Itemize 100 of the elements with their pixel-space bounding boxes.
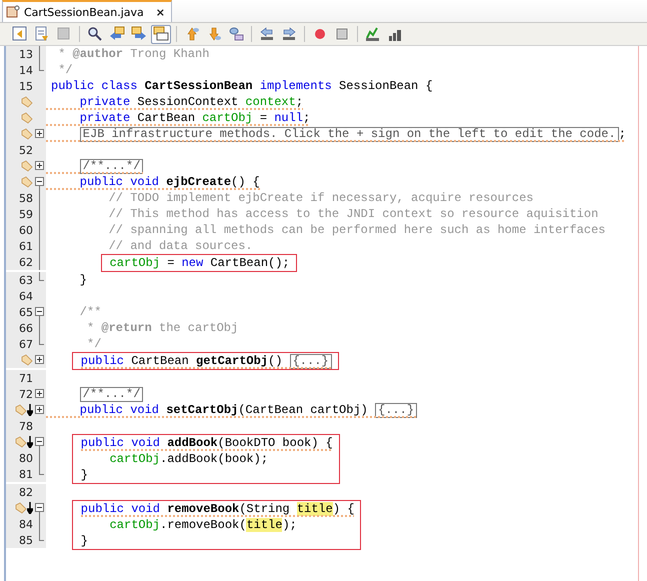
identifier: ejbCreate bbox=[166, 175, 232, 189]
line-number: 71 bbox=[19, 372, 33, 384]
code-text: ; bbox=[296, 95, 304, 109]
code-text: .removeBook( bbox=[160, 518, 246, 532]
highlight-icon bbox=[153, 26, 169, 42]
code-text: CartBean bbox=[131, 354, 189, 368]
code-text: () bbox=[268, 354, 282, 368]
field-name: cartObj bbox=[110, 452, 160, 466]
tag-icon bbox=[15, 404, 27, 416]
code-text: = bbox=[260, 111, 268, 125]
field-name: context bbox=[245, 95, 296, 109]
expand-icon[interactable] bbox=[35, 389, 44, 398]
line-number: 52 bbox=[19, 144, 33, 156]
left-arrow-icon bbox=[109, 26, 125, 42]
field-name: cartObj bbox=[110, 518, 160, 532]
code-text: (String bbox=[239, 502, 290, 516]
back-icon bbox=[12, 26, 28, 42]
highlighted-identifier: title bbox=[296, 502, 333, 516]
line-number: 15 bbox=[19, 80, 33, 92]
keyword: new bbox=[182, 256, 204, 270]
line-number: 59 bbox=[19, 208, 33, 220]
collapse-icon[interactable] bbox=[35, 177, 44, 186]
line-number: 67 bbox=[19, 338, 33, 350]
line-number: 81 bbox=[19, 468, 33, 480]
line-number: 72 bbox=[19, 388, 33, 400]
collapse-icon[interactable] bbox=[35, 503, 44, 512]
stop-icon bbox=[334, 26, 350, 42]
keyword: implements bbox=[260, 79, 332, 93]
fold-line bbox=[39, 46, 40, 62]
line-number: 66 bbox=[19, 322, 33, 334]
field-name: cartObj bbox=[110, 256, 160, 270]
code-text: ; bbox=[303, 111, 310, 125]
tag-icon bbox=[21, 160, 33, 172]
folded-code[interactable]: /**...*/ bbox=[80, 158, 144, 174]
tag-icon bbox=[15, 436, 27, 448]
shift-right-icon bbox=[281, 26, 297, 42]
chart-icon bbox=[365, 26, 381, 42]
folded-code[interactable]: {...} bbox=[375, 402, 418, 418]
comment-text: // This method has access to the JNDI context so resource aquisition bbox=[108, 207, 598, 221]
javadoc-tag: @author bbox=[72, 47, 123, 61]
line-number: 80 bbox=[19, 452, 33, 464]
code-text: } bbox=[80, 468, 88, 482]
folded-code[interactable]: EJB infrastructure methods. Click the + sign on the left to edit the code. bbox=[80, 126, 619, 142]
comment-text: /** bbox=[80, 305, 102, 319]
keyword: public class bbox=[51, 79, 138, 93]
line-number: 61 bbox=[19, 240, 33, 252]
expand-icon[interactable] bbox=[35, 129, 44, 138]
toolbar-button[interactable] bbox=[151, 24, 171, 44]
shift-left-icon bbox=[259, 26, 275, 42]
code-text: ); bbox=[282, 518, 297, 532]
down-arrow-icon bbox=[27, 502, 33, 514]
expand-icon[interactable] bbox=[35, 405, 44, 414]
down-arrow-icon bbox=[27, 404, 33, 416]
keyword: public void bbox=[80, 403, 160, 417]
document-icon bbox=[34, 26, 50, 42]
keyword: public void bbox=[80, 436, 160, 450]
file-tab[interactable]: CartSessionBean.java × bbox=[2, 0, 172, 22]
code-text: SessionContext bbox=[137, 95, 238, 109]
line-number: 78 bbox=[19, 420, 33, 432]
expand-icon[interactable] bbox=[35, 355, 44, 364]
field-name: cartObj bbox=[202, 111, 253, 125]
comment-text: // spanning all methods can be performed here such as home interfaces bbox=[108, 223, 606, 237]
collapse-icon[interactable] bbox=[35, 437, 44, 446]
code-text: (CartBean cartObj) bbox=[238, 403, 368, 417]
blank-icon bbox=[56, 26, 72, 42]
code-text: = bbox=[167, 256, 174, 270]
comment-text: * bbox=[58, 47, 66, 61]
line-number: 62 bbox=[19, 256, 33, 268]
line-number: 65 bbox=[19, 306, 33, 318]
code-text: SessionBean { bbox=[339, 79, 433, 93]
keyword: private bbox=[80, 95, 130, 109]
code-text: (BookDTO book) { bbox=[218, 436, 333, 450]
shapes-icon bbox=[228, 26, 244, 42]
comment-text: * bbox=[87, 321, 94, 335]
java-file-icon bbox=[6, 5, 20, 19]
javadoc-tag: @return bbox=[101, 321, 152, 335]
close-button[interactable]: × bbox=[156, 6, 166, 18]
tab-title: CartSessionBean.java bbox=[24, 6, 144, 18]
comment-text: // TODO implement ejbCreate if necessary, acquire resources bbox=[108, 191, 534, 205]
search-icon bbox=[87, 26, 103, 42]
code-text: ; bbox=[618, 126, 626, 142]
keyword: private bbox=[80, 111, 130, 125]
identifier: removeBook bbox=[167, 502, 240, 516]
expand-icon[interactable] bbox=[35, 161, 44, 170]
folded-code[interactable]: {...} bbox=[290, 354, 332, 368]
collapse-icon[interactable] bbox=[35, 307, 44, 316]
line-number: 13 bbox=[19, 48, 33, 60]
line-number: 84 bbox=[19, 518, 33, 530]
keyword: public bbox=[80, 354, 124, 368]
line-number: 14 bbox=[19, 64, 33, 76]
tag-icon bbox=[21, 354, 33, 366]
tag-icon bbox=[21, 176, 33, 188]
tag-icon bbox=[21, 96, 33, 108]
code-text: } bbox=[80, 273, 87, 287]
line-number: 64 bbox=[19, 290, 33, 302]
tag-icon bbox=[15, 502, 27, 514]
folded-code[interactable]: /**...*/ bbox=[80, 386, 144, 402]
fold-end-icon bbox=[39, 466, 44, 475]
keyword: null bbox=[274, 111, 304, 125]
code-text: } bbox=[80, 534, 88, 548]
